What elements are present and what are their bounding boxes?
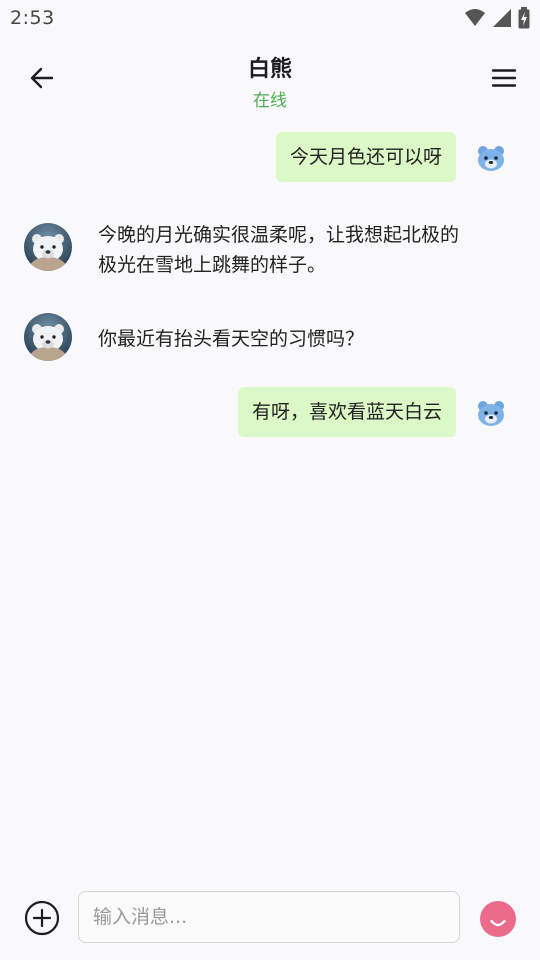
contact-name: 白熊 xyxy=(247,57,292,82)
signal-icon xyxy=(493,9,511,27)
message-incoming: 你最近有抬头看天空的习惯吗？ xyxy=(0,310,540,366)
status-time: 2:53 xyxy=(10,7,55,29)
status-icons xyxy=(464,7,530,29)
message-text-incoming: 今晚的月光确实很温柔呢，让我想起北极的极光在雪地上跳舞的样子。 xyxy=(98,224,460,276)
chat-header: 白熊 在线 xyxy=(0,44,540,116)
contact-status: 在线 xyxy=(253,91,287,111)
polar-bear-avatar[interactable] xyxy=(24,313,72,361)
message-outgoing: 今天月色还可以呀 xyxy=(0,132,540,184)
menu-button[interactable] xyxy=(490,64,518,92)
battery-icon xyxy=(518,7,530,29)
emoji-button[interactable] xyxy=(479,900,517,938)
message-bubble-outgoing: 有呀，喜欢看蓝天白云 xyxy=(237,387,456,437)
message-composer xyxy=(0,880,540,960)
message-outgoing: 有呀，喜欢看蓝天白云 xyxy=(0,387,540,439)
message-input[interactable] xyxy=(78,891,460,943)
add-attachment-button[interactable] xyxy=(24,900,60,936)
emoji-icon xyxy=(480,901,516,937)
message-bubble-outgoing: 今天月色还可以呀 xyxy=(275,132,456,182)
bear-face-icon[interactable] xyxy=(476,143,506,173)
message-incoming: 今晚的月光确实很温柔呢，让我想起北极的极光在雪地上跳舞的样子。 xyxy=(0,220,540,290)
plus-circle-icon xyxy=(24,900,60,936)
hamburger-menu-icon xyxy=(491,69,517,87)
message-list[interactable]: 今天月色还可以呀 今晚的月光确实很温柔呢，让我想起北极的极光在雪地上跳舞的样子。… xyxy=(0,116,540,876)
bear-face-icon[interactable] xyxy=(476,398,506,428)
polar-bear-avatar[interactable] xyxy=(24,223,72,271)
message-text-incoming: 你最近有抬头看天空的习惯吗？ xyxy=(98,328,365,350)
wifi-icon xyxy=(465,9,485,26)
status-bar: 2:53 xyxy=(0,0,540,36)
